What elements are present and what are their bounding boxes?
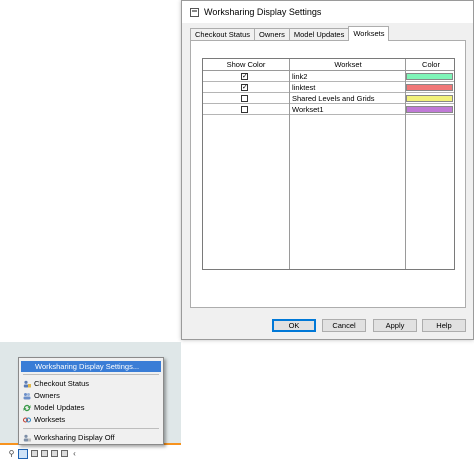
table-row[interactable]: Shared Levels and Grids [203, 93, 454, 104]
ok-button[interactable]: OK [272, 319, 316, 332]
menu-item-worksharing-display-off[interactable]: Worksharing Display Off [21, 432, 161, 443]
menu-item-model-updates[interactable]: Model Updates [21, 402, 161, 413]
menu-item-worksets[interactable]: Worksets [21, 414, 161, 425]
menu-separator [23, 428, 159, 429]
checkout-status-icon [23, 380, 31, 388]
workset-name: Workset1 [292, 105, 324, 114]
table-row[interactable]: ✓ link2 [203, 71, 454, 82]
show-color-checkbox[interactable] [241, 106, 248, 113]
table-row[interactable]: Workset1 [203, 104, 454, 115]
column-divider [405, 59, 406, 269]
view-icon[interactable] [31, 450, 38, 457]
cancel-button[interactable]: Cancel [322, 319, 366, 332]
header-color[interactable]: Color [406, 59, 456, 71]
dialog-title: Worksharing Display Settings [204, 7, 322, 17]
table-row[interactable]: ✓ linktest [203, 82, 454, 93]
chevron-left-icon[interactable]: ‹ [71, 450, 78, 458]
tab-strip: Checkout Status Owners Model Updates Wor… [190, 26, 390, 41]
display-off-icon [23, 434, 31, 442]
show-color-checkbox[interactable] [241, 95, 248, 102]
tab-worksets[interactable]: Worksets [348, 26, 390, 41]
color-swatch[interactable] [406, 84, 453, 91]
view-control-bar: ⚲ ‹ [0, 445, 181, 462]
color-swatch[interactable] [406, 95, 453, 102]
apply-button[interactable]: Apply [373, 319, 417, 332]
worksharing-context-menu: Worksharing Display Settings... Checkout… [18, 357, 164, 445]
dialog-title-bar[interactable]: Worksharing Display Settings [182, 1, 473, 23]
header-show-color[interactable]: Show Color [203, 59, 289, 71]
menu-separator [23, 374, 159, 375]
show-color-checkbox[interactable]: ✓ [241, 73, 248, 80]
workset-name: link2 [292, 72, 308, 81]
menu-item-owners[interactable]: Owners [21, 390, 161, 401]
menu-item-checkout-status[interactable]: Checkout Status [21, 378, 161, 389]
worksets-tab-page: Show Color Workset Color ✓ link2 ✓ linkt… [190, 40, 466, 308]
crop-icon[interactable] [41, 450, 48, 457]
worksharing-display-settings-dialog: Worksharing Display Settings Checkout St… [181, 0, 474, 340]
flag-icon[interactable] [61, 450, 68, 457]
worksets-grid: Show Color Workset Color ✓ link2 ✓ linkt… [202, 58, 455, 270]
owners-icon [23, 393, 31, 400]
grid-header: Show Color Workset Color [203, 59, 454, 71]
show-color-checkbox[interactable]: ✓ [241, 84, 248, 91]
worksets-icon [23, 417, 31, 423]
menu-item-worksharing-display-settings[interactable]: Worksharing Display Settings... [21, 361, 161, 372]
header-workset[interactable]: Workset [290, 59, 406, 71]
color-swatch[interactable] [406, 106, 453, 113]
pin-icon[interactable]: ⚲ [8, 450, 15, 458]
worksharing-display-icon[interactable] [18, 448, 28, 459]
column-divider [289, 59, 290, 269]
lock-icon[interactable] [51, 450, 58, 457]
workset-name: linktest [292, 83, 316, 92]
color-swatch[interactable] [406, 73, 453, 80]
dialog-app-icon [190, 7, 199, 17]
help-button[interactable]: Help [422, 319, 466, 332]
model-updates-icon [23, 404, 31, 412]
workset-name: Shared Levels and Grids [292, 94, 375, 103]
